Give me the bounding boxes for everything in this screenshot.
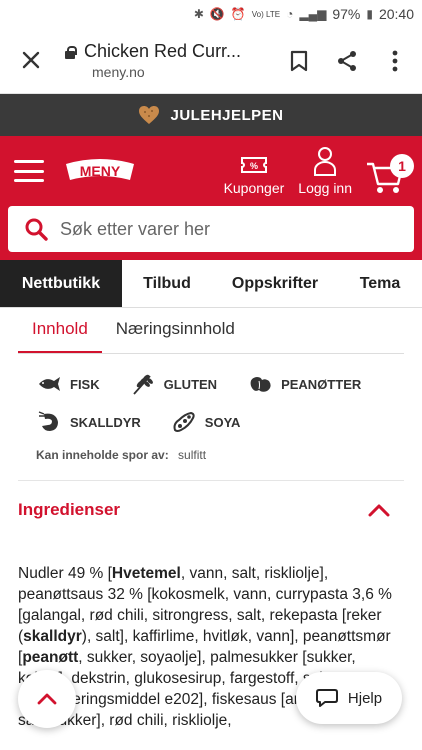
close-icon bbox=[22, 51, 40, 68]
url-domain: meny.no bbox=[92, 64, 145, 80]
chevron-up-icon bbox=[37, 693, 57, 705]
help-label: Hjelp bbox=[347, 689, 383, 707]
heart-icon bbox=[139, 106, 160, 124]
shrimp-icon bbox=[38, 411, 58, 431]
wheat-icon bbox=[132, 374, 153, 395]
menu-button[interactable] bbox=[14, 160, 44, 182]
nav-tab-tema[interactable]: Tema bbox=[338, 260, 422, 307]
tab-innhold[interactable]: Innhold bbox=[18, 319, 102, 353]
coupons-button[interactable]: % Kuponger bbox=[223, 154, 285, 196]
battery-percent: 97% bbox=[332, 6, 361, 22]
banner-label: JULEHJELPEN bbox=[170, 106, 284, 124]
product-info-tabs: Innhold Næringsinnhold bbox=[18, 308, 404, 354]
bookmark-button[interactable] bbox=[288, 50, 310, 72]
bookmark-icon bbox=[290, 50, 308, 71]
scroll-to-top-button[interactable] bbox=[18, 670, 76, 728]
share-icon bbox=[338, 50, 356, 71]
traces-label: Kan inneholde spor av: bbox=[36, 448, 169, 462]
allergen-item: GLUTEN bbox=[130, 372, 217, 396]
tab-naeringsinnhold[interactable]: Næringsinnhold bbox=[102, 319, 249, 353]
cart-count-badge: 1 bbox=[390, 154, 414, 178]
ingredients-title: Ingredienser bbox=[18, 500, 121, 519]
traces-info: Kan inneholde spor av: sulfitt bbox=[36, 448, 386, 462]
wifi-icon: ◔ bbox=[286, 7, 294, 21]
user-icon bbox=[314, 147, 337, 176]
clock: 20:40 bbox=[378, 6, 414, 22]
browser-toolbar: Chicken Red Curr... meny.no bbox=[0, 28, 422, 94]
login-button[interactable]: Logg inn bbox=[298, 146, 352, 196]
lock-icon bbox=[64, 45, 77, 59]
login-label: Logg inn bbox=[298, 180, 352, 196]
allergen-list: FISK GLUTEN PEANØTTER SKALLDYR SOYA Kan … bbox=[0, 354, 422, 462]
peanut-icon bbox=[250, 377, 271, 392]
share-button[interactable] bbox=[336, 50, 358, 72]
chat-bubble-icon bbox=[315, 689, 338, 707]
signal-icon: ▂▄▆ bbox=[299, 7, 327, 21]
ingredients-toggle[interactable]: Ingredienser bbox=[0, 481, 422, 539]
allergen-item: SKALLDYR bbox=[36, 410, 141, 434]
julehjelpen-banner[interactable]: JULEHJELPEN bbox=[0, 94, 422, 136]
cart-button[interactable]: 1 bbox=[366, 154, 414, 196]
status-bar: ✱ 🔇 ⏰ Vo) LTE ◔ ▂▄▆ 97% ▮ 20:40 bbox=[0, 0, 422, 28]
close-tab-button[interactable] bbox=[14, 48, 48, 74]
coupons-label: Kuponger bbox=[223, 180, 285, 196]
allergen-item: PEANØTTER bbox=[247, 372, 361, 396]
bluetooth-icon: ✱ bbox=[193, 7, 204, 21]
search-bar[interactable] bbox=[8, 206, 414, 252]
logo-text: MENY bbox=[80, 163, 121, 179]
battery-icon: ▮ bbox=[366, 7, 373, 21]
meny-logo[interactable]: MENY bbox=[62, 154, 138, 188]
svg-text:%: % bbox=[250, 161, 258, 171]
fish-icon bbox=[39, 377, 60, 391]
help-button[interactable]: Hjelp bbox=[296, 672, 402, 724]
allergen-item: FISK bbox=[36, 372, 100, 396]
chevron-up-icon bbox=[368, 504, 390, 517]
main-nav: Nettbutikk Tilbud Oppskrifter Tema bbox=[0, 260, 422, 308]
soy-icon bbox=[173, 411, 195, 432]
url-block[interactable]: Chicken Red Curr... meny.no bbox=[48, 41, 288, 80]
nav-tab-oppskrifter[interactable]: Oppskrifter bbox=[212, 260, 338, 307]
alarm-icon: ⏰ bbox=[230, 7, 246, 21]
nav-tab-tilbud[interactable]: Tilbud bbox=[122, 260, 212, 307]
mute-icon: 🔇 bbox=[209, 7, 225, 21]
allergen-item: SOYA bbox=[171, 410, 240, 434]
network-indicator: Vo) LTE bbox=[251, 9, 281, 19]
traces-value: sulfitt bbox=[178, 448, 207, 462]
nav-tab-nettbutikk[interactable]: Nettbutikk bbox=[0, 260, 122, 307]
coupon-icon: % bbox=[240, 157, 267, 173]
site-header: MENY % Kuponger Logg inn 1 Søk etter var… bbox=[0, 136, 422, 260]
search-input[interactable] bbox=[60, 218, 414, 240]
more-vertical-icon bbox=[392, 50, 398, 71]
page-title: Chicken Red Curr... bbox=[84, 41, 242, 61]
more-options-button[interactable] bbox=[384, 50, 406, 72]
search-icon bbox=[25, 218, 48, 241]
